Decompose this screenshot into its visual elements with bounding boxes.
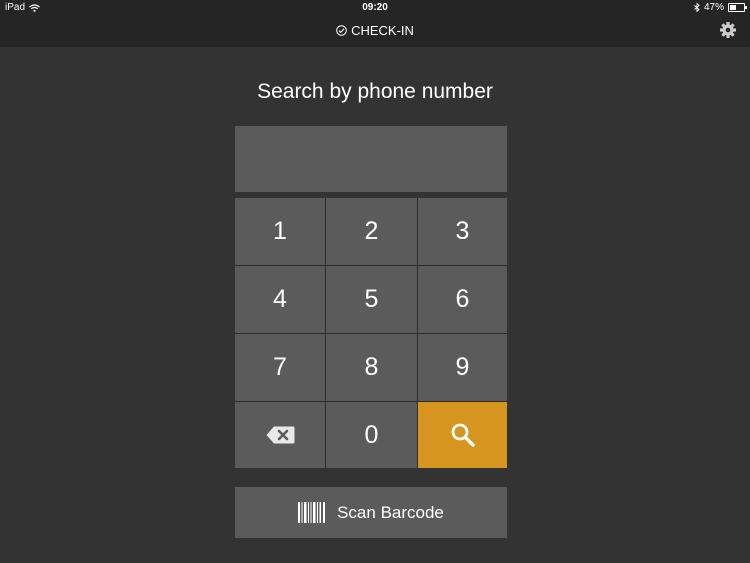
key-4[interactable]: 4 [235,266,325,333]
status-time: 09:20 [362,2,388,13]
key-0[interactable]: 0 [326,402,417,468]
nav-title: CHECK-IN [0,23,750,38]
key-8[interactable]: 8 [326,334,417,401]
barcode-icon [298,502,326,523]
key-3[interactable]: 3 [418,198,507,265]
gear-icon [720,22,736,38]
settings-button[interactable] [719,21,737,39]
page-heading: Search by phone number [257,80,493,103]
key-5[interactable]: 5 [326,266,417,333]
keypad: 1 2 3 4 5 6 7 8 9 0 [235,198,507,468]
battery-tip [745,6,747,9]
key-7[interactable]: 7 [235,334,325,401]
search-button[interactable] [418,402,507,468]
backspace-icon [266,426,294,444]
search-icon [451,423,475,447]
status-right: 47% [694,2,747,13]
key-1[interactable]: 1 [235,198,325,265]
key-2[interactable]: 2 [326,198,417,265]
battery-icon [728,3,747,12]
phone-number-field[interactable] [235,126,507,192]
battery-percent: 47% [703,2,724,13]
nav-bar: CHECK-IN [0,15,750,47]
backspace-button[interactable] [235,402,325,468]
scan-barcode-label: Scan Barcode [337,502,444,522]
battery-fill [730,5,737,10]
key-9[interactable]: 9 [418,334,507,401]
check-circle-icon [336,25,347,36]
key-6[interactable]: 6 [418,266,507,333]
bluetooth-icon [694,3,700,12]
scan-barcode-button[interactable]: Scan Barcode [235,487,507,538]
nav-title-label: CHECK-IN [351,23,414,38]
status-bar: iPad 09:20 47% [0,0,750,15]
